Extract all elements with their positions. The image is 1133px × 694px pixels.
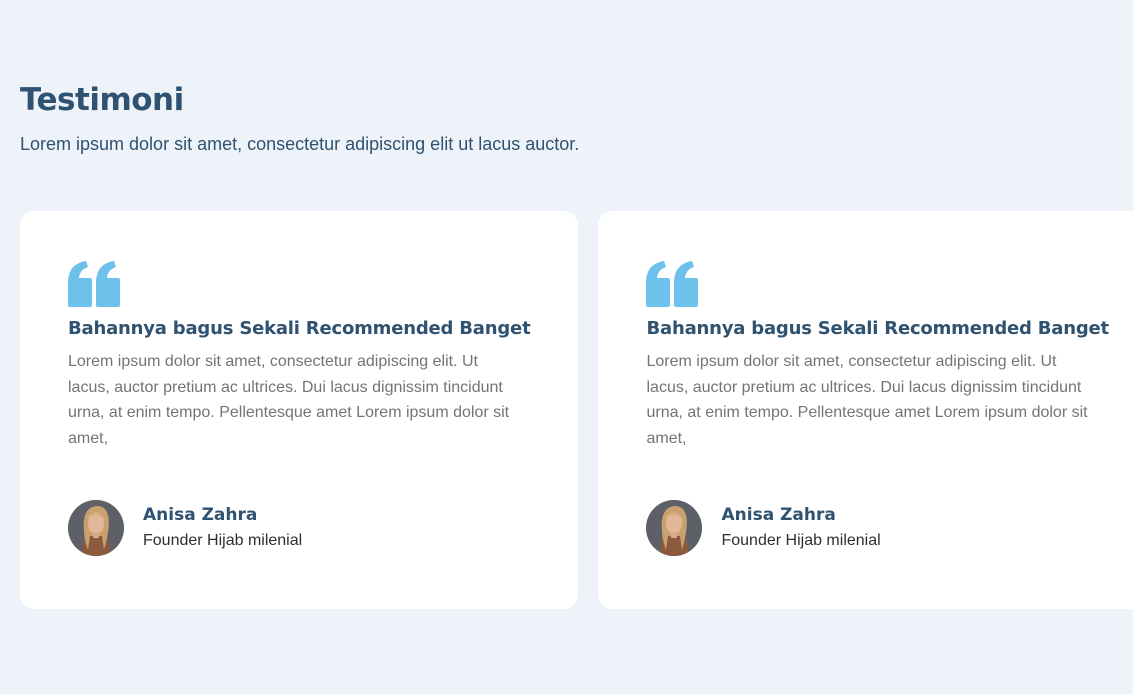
testimonial-section: Testimoni Lorem ipsum dolor sit amet, co… [0,0,1133,694]
avatar [68,500,124,556]
testimonial-list: Bahannya bagus Sekali Recommended Banget… [20,211,1133,609]
section-title: Testimoni [20,82,184,118]
avatar [646,500,703,556]
testimonial-card: Bahannya bagus Sekali Recommended Banget… [598,211,1133,609]
author-role: Founder Hijab milenial [143,531,303,549]
testimonial-card: Bahannya bagus Sekali Recommended Banget… [20,211,579,609]
testimonial-body: Lorem ipsum dolor sit amet, consectetur … [68,353,510,447]
author-name: Anisa Zahra [721,504,836,525]
author-info: Anisa Zahra Founder Hijab milenial [143,504,303,550]
testimonial-author: Anisa Zahra Founder Hijab milenial [68,500,302,556]
quote-icon [68,261,120,307]
author-info: Anisa Zahra Founder Hijab milenial [721,504,881,550]
testimonial-title: Bahannya bagus Sekali Recommended Banget [68,318,531,339]
quote-icon [646,261,699,307]
author-name: Anisa Zahra [143,504,258,525]
testimonial-author: Anisa Zahra Founder Hijab milenial [646,500,881,556]
testimonial-title: Bahannya bagus Sekali Recommended Banget [646,318,1109,339]
section-subtitle: Lorem ipsum dolor sit amet, consectetur … [20,134,580,154]
author-role: Founder Hijab milenial [721,531,881,549]
testimonial-body: Lorem ipsum dolor sit amet, consectetur … [646,353,1088,447]
